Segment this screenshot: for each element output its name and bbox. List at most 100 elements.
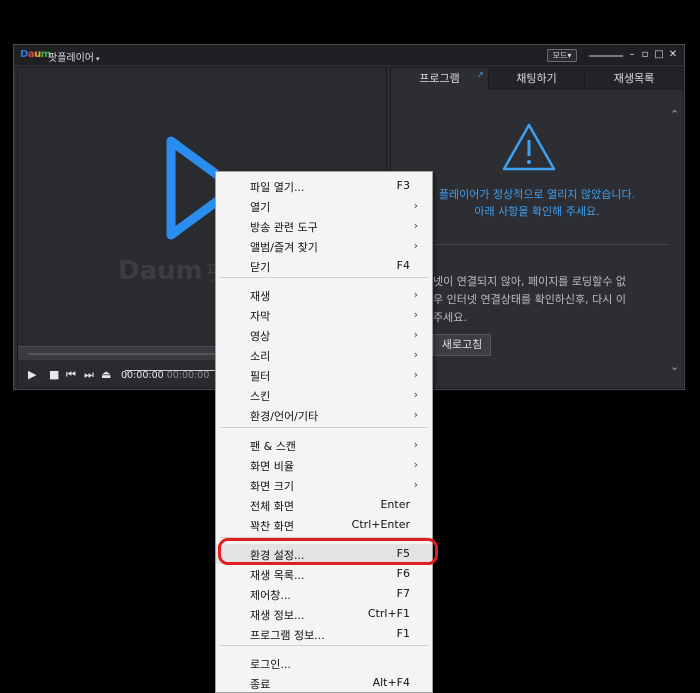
menu-item-label: 열기: [250, 201, 271, 214]
highlight-annotation: [218, 538, 438, 565]
menu-item-shortcut: F7: [396, 587, 410, 600]
menu-item-label: 화면 비율: [250, 460, 294, 473]
menu-separator: [220, 427, 428, 428]
menu-item[interactable]: 재생 정보... Ctrl+F1: [216, 604, 432, 624]
menu-item[interactable]: 파일 열기... F3: [216, 176, 432, 196]
menu-item-shortcut: Ctrl+Enter: [351, 518, 410, 531]
menu-item-label: 화면 크기: [250, 480, 294, 493]
menu-item-label: 자막: [250, 310, 271, 323]
chevron-right-icon: ›: [413, 408, 418, 421]
close-icon[interactable]: ✕: [667, 49, 679, 61]
daum-logo: Daum: [20, 49, 51, 60]
menu-item[interactable]: 팬 & 스캔 ›: [216, 435, 432, 455]
menu-item[interactable]: 방송 관련 도구 ›: [216, 216, 432, 236]
menu-item[interactable]: 화면 크기 ›: [216, 475, 432, 495]
chevron-right-icon: ›: [413, 458, 418, 471]
chevron-right-icon: ›: [413, 288, 418, 301]
menu-item[interactable]: 스킨 ›: [216, 385, 432, 405]
menu-item-label: 프로그램 정보...: [250, 629, 325, 642]
chevron-right-icon: ›: [413, 368, 418, 381]
time-display: 00:00:00 / 00:00:00: [121, 370, 333, 381]
side-panel: 프로그램 ↗ 채팅하기 재생목록 플레이어가 정상적으로 열리지 않았습니다. …: [390, 67, 684, 389]
menu-item-label: 팬 & 스캔: [250, 440, 296, 453]
app-title-menu[interactable]: 팟플레이어 ▾: [48, 49, 100, 64]
eject-icon[interactable]: ⏏: [101, 369, 111, 381]
menu-item-label: 필터: [250, 370, 271, 383]
menu-item-shortcut: Enter: [380, 498, 410, 511]
menu-item-shortcut: F6: [396, 567, 410, 580]
title-bar[interactable]: Daum 팟플레이어 ▾ 모드▾ – ▫ □ ✕: [14, 45, 684, 65]
menu-item[interactable]: 앨범/즐겨 찾기 ›: [216, 236, 432, 256]
chevron-right-icon: ›: [413, 388, 418, 401]
chevron-right-icon: ›: [413, 348, 418, 361]
menu-item[interactable]: 필터 ›: [216, 365, 432, 385]
menu-item[interactable]: 영상 ›: [216, 325, 432, 345]
menu-separator: [220, 277, 428, 278]
side-tabs: 프로그램 ↗ 채팅하기 재생목록: [391, 68, 683, 90]
menu-item[interactable]: 제어창... F7: [216, 584, 432, 604]
mode-button[interactable]: 모드▾: [547, 49, 577, 62]
error-message: 플레이어가 정상적으로 열리지 않았습니다. 아래 사항을 확인해 주세요.: [438, 188, 636, 218]
stop-icon[interactable]: ■: [49, 369, 59, 381]
menu-item-shortcut: F4: [396, 259, 410, 272]
menu-item[interactable]: 자막 ›: [216, 305, 432, 325]
menu-item-label: 파일 열기...: [250, 181, 305, 194]
play-icon[interactable]: ▶: [28, 369, 36, 381]
tab-program[interactable]: 프로그램: [391, 68, 489, 90]
menu-item-label: 환경/언어/기타: [250, 410, 319, 423]
menu-item-label: 앨범/즐겨 찾기: [250, 241, 318, 254]
menu-item[interactable]: 프로그램 정보... F1: [216, 624, 432, 644]
tab-chat[interactable]: 채팅하기: [489, 68, 585, 90]
menu-item-shortcut: Alt+F4: [372, 676, 410, 689]
next-icon[interactable]: ⏭: [84, 369, 94, 381]
external-link-icon[interactable]: ↗: [477, 70, 484, 79]
info-message: 넷이 연결되지 않아, 페이지를 로딩할수 없 우 인터넷 연결상태를 확인하신…: [433, 275, 627, 324]
warning-icon: [502, 123, 556, 171]
menu-item[interactable]: 꽉찬 화면 Ctrl+Enter: [216, 515, 432, 535]
menu-item-label: 전체 화면: [250, 500, 294, 513]
menu-item-label: 영상: [250, 330, 271, 343]
menu-item[interactable]: 로그인...: [216, 653, 432, 673]
chevron-right-icon: ›: [413, 438, 418, 451]
menu-item-label: 재생 정보...: [250, 609, 305, 622]
menu-item-label: 재생: [250, 290, 271, 303]
menu-item[interactable]: 환경/언어/기타 ›: [216, 405, 432, 425]
menu-item[interactable]: 전체 화면 Enter: [216, 495, 432, 515]
menu-item[interactable]: 소리 ›: [216, 345, 432, 365]
chevron-down-icon: ▾: [96, 55, 100, 63]
menu-item[interactable]: 종료 Alt+F4: [216, 673, 432, 693]
context-menu: 파일 열기... F3 열기 › 방송 관련 도구 › 앨범/즐겨 찾기 › 닫기 F4 재생 › 자막…: [215, 171, 433, 693]
menu-item-label: 꽉찬 화면: [250, 520, 294, 533]
menu-item-label: 소리: [250, 350, 271, 363]
opacity-slider[interactable]: [589, 55, 623, 57]
menu-item[interactable]: 닫기 F4: [216, 256, 432, 276]
scroll-up-icon[interactable]: ⌃: [670, 108, 679, 121]
menu-item[interactable]: 화면 비율 ›: [216, 455, 432, 475]
restore-icon[interactable]: ▫: [639, 49, 651, 61]
menu-item[interactable]: 열기 ›: [216, 196, 432, 216]
scroll-down-icon[interactable]: ⌄: [670, 360, 679, 373]
chevron-right-icon: ›: [413, 478, 418, 491]
menu-item-label: 닫기: [250, 261, 271, 274]
minimize-icon[interactable]: –: [626, 49, 638, 61]
menu-item-shortcut: Ctrl+F1: [367, 607, 410, 620]
menu-item-label: 재생 목록...: [250, 569, 305, 582]
previous-icon[interactable]: ⏮: [66, 369, 76, 381]
menu-item-label: 로그인...: [250, 658, 291, 671]
menu-item[interactable]: 재생 ›: [216, 285, 432, 305]
menu-item-label: 제어창...: [250, 589, 291, 602]
chevron-right-icon: ›: [413, 308, 418, 321]
refresh-button[interactable]: 새로고침: [433, 334, 491, 356]
menu-item[interactable]: 재생 목록... F6: [216, 564, 432, 584]
menu-item-label: 종료: [250, 678, 271, 691]
menu-separator: [220, 645, 428, 646]
maximize-icon[interactable]: □: [653, 49, 665, 61]
chevron-right-icon: ›: [413, 199, 418, 212]
tab-playlist[interactable]: 재생목록: [585, 68, 683, 90]
chevron-right-icon: ›: [413, 328, 418, 341]
menu-item-label: 스킨: [250, 390, 271, 403]
daum-watermark: Daum: [118, 256, 203, 286]
menu-item-shortcut: F1: [396, 627, 410, 640]
menu-item-label: 방송 관련 도구: [250, 221, 318, 234]
chevron-right-icon: ›: [413, 219, 418, 232]
